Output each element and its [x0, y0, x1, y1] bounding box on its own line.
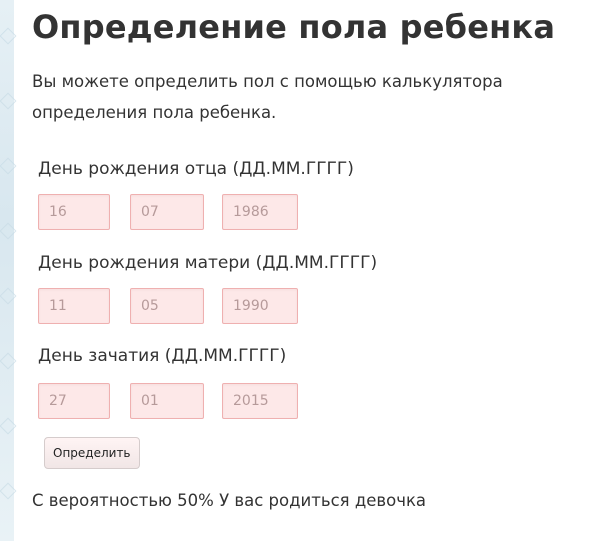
conception-month-input[interactable] [131, 384, 203, 418]
mother-day-field [38, 288, 110, 324]
conception-day-input[interactable] [39, 384, 109, 418]
page-title: Определение пола ребенка [32, 8, 556, 46]
father-year-field [222, 194, 298, 230]
mother-year-input[interactable] [223, 289, 297, 323]
mother-birthday-label: День рождения матери (ДД.ММ.ГГГГ) [38, 253, 378, 273]
border-pattern [0, 287, 17, 305]
conception-year-input[interactable] [223, 384, 297, 418]
mother-month-field [130, 288, 204, 324]
father-birthday-label: День рождения отца (ДД.ММ.ГГГГ) [38, 159, 354, 179]
left-decorative-border [0, 0, 17, 541]
conception-year-field [222, 383, 298, 419]
border-pattern [0, 92, 17, 110]
border-pattern [0, 27, 17, 45]
conception-day-field [38, 383, 110, 419]
border-pattern [0, 417, 17, 435]
result-text: С вероятностью 50% У вас родиться девочк… [32, 491, 427, 510]
father-month-field [130, 194, 204, 230]
conception-month-field [130, 383, 204, 419]
mother-year-field [222, 288, 298, 324]
border-pattern [0, 222, 17, 240]
father-month-input[interactable] [131, 195, 203, 229]
father-year-input[interactable] [223, 195, 297, 229]
mother-month-input[interactable] [131, 289, 203, 323]
mother-day-input[interactable] [39, 289, 109, 323]
page-description: Вы можете определить пол с помощью кальк… [32, 72, 503, 122]
father-day-field [38, 194, 110, 230]
border-pattern [0, 352, 17, 370]
conception-date-label: День зачатия (ДД.ММ.ГГГГ) [38, 346, 287, 366]
determine-button[interactable]: Определить [44, 437, 140, 469]
border-pattern [0, 157, 17, 175]
father-day-input[interactable] [39, 195, 109, 229]
border-pattern [0, 482, 17, 500]
